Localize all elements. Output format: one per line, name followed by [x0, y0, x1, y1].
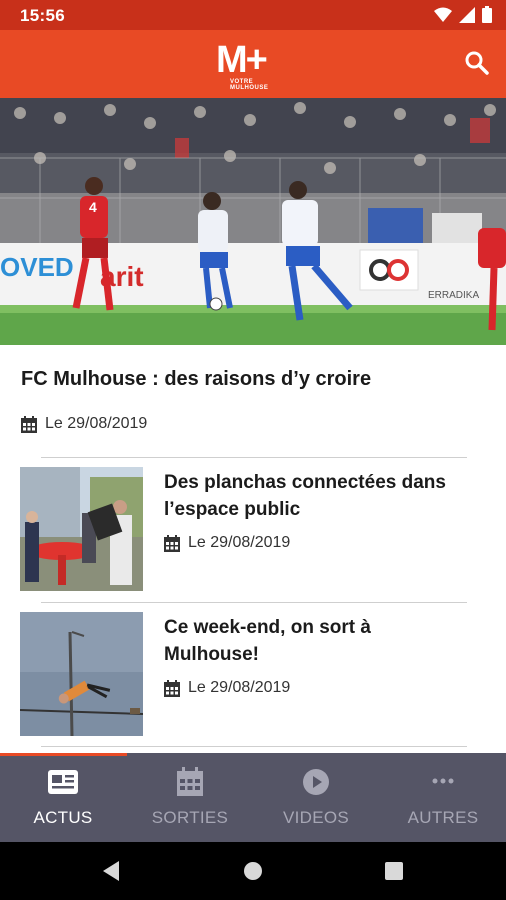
app-bar: M+ VOTRE MULHOUSE — [0, 30, 506, 98]
news-icon — [48, 770, 78, 794]
feature-date: Le 29/08/2019 — [21, 415, 147, 433]
svg-text:OVED: OVED — [0, 252, 74, 282]
logo-tagline: VOTRE MULHOUSE — [230, 79, 269, 91]
calendar-icon — [164, 534, 180, 552]
home-icon[interactable] — [243, 861, 263, 881]
divider — [41, 602, 467, 603]
calendar-icon — [164, 679, 180, 697]
article-date-text: Le 29/08/2019 — [188, 679, 291, 696]
more-icon — [432, 778, 454, 784]
feature-image[interactable]: OVED arit ERRADIKA 4 — [0, 98, 506, 345]
plancha-photo — [20, 467, 143, 591]
article-date: Le 29/08/2019 — [164, 679, 290, 697]
tab-label: SORTIES — [151, 808, 229, 827]
list-item[interactable]: Ce week-end, on sort à Mulhouse! Le 29/0… — [20, 612, 466, 736]
wifi-icon — [434, 7, 452, 22]
svg-text:4: 4 — [89, 199, 97, 215]
highline-photo — [20, 612, 143, 736]
system-nav-bar — [0, 842, 506, 900]
tab-sorties[interactable]: SORTIES — [127, 753, 253, 842]
tab-label: AUTRES — [407, 808, 479, 827]
tab-autres[interactable]: AUTRES — [380, 753, 506, 842]
article-date-text: Le 29/08/2019 — [188, 534, 291, 551]
article-title[interactable]: Des planchas connectées dans l’espace pu… — [164, 469, 469, 523]
recents-icon[interactable] — [385, 862, 403, 880]
list-item[interactable]: Des planchas connectées dans l’espace pu… — [20, 467, 466, 591]
bottom-navigation: ACTUS SORTIES VIDEOS AUTRES — [0, 753, 506, 842]
divider — [41, 746, 467, 747]
feature-date-text: Le 29/08/2019 — [45, 415, 148, 432]
back-icon[interactable] — [101, 861, 121, 881]
feature-title[interactable]: FC Mulhouse : des raisons d’y croire — [21, 368, 371, 391]
logo-mark: M+ — [216, 39, 268, 81]
app-logo: M+ VOTRE MULHOUSE — [216, 39, 292, 91]
status-time: 15:56 — [20, 6, 65, 25]
battery-icon — [482, 6, 492, 23]
article-thumbnail — [20, 467, 143, 591]
article-date: Le 29/08/2019 — [164, 534, 290, 552]
tab-label: VIDEOS — [282, 808, 350, 827]
article-thumbnail — [20, 612, 143, 736]
status-icons — [434, 6, 492, 23]
article-title[interactable]: Ce week-end, on sort à Mulhouse! — [164, 614, 469, 668]
divider — [41, 457, 467, 458]
calendar-icon — [21, 415, 37, 433]
status-bar: 15:56 — [0, 0, 506, 30]
play-icon — [303, 769, 329, 795]
search-icon[interactable] — [464, 50, 490, 76]
tab-actus[interactable]: ACTUS — [0, 753, 126, 842]
calendar-icon — [177, 767, 203, 796]
signal-icon — [459, 6, 475, 23]
tab-label: ACTUS — [33, 808, 93, 827]
football-photo: OVED arit ERRADIKA 4 — [0, 98, 506, 345]
svg-text:ERRADIKA: ERRADIKA — [428, 290, 479, 301]
tab-videos[interactable]: VIDEOS — [253, 753, 379, 842]
